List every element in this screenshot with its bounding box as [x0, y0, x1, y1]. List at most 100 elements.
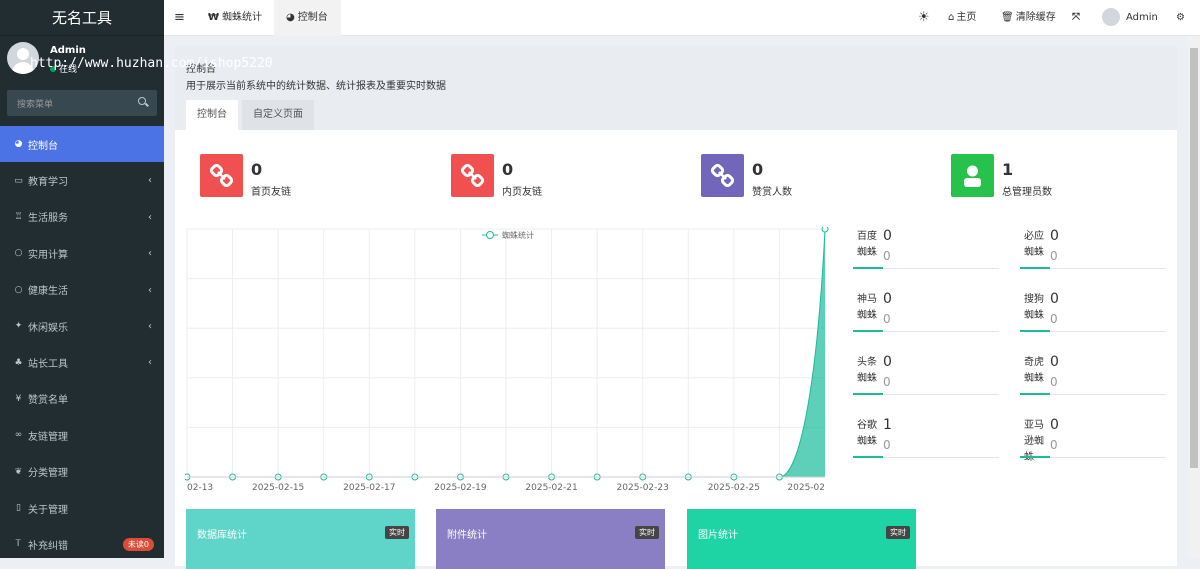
- tab-custom-page[interactable]: 自定义页面: [242, 100, 314, 130]
- chevron-left-icon: ‹: [148, 211, 152, 223]
- data-point: [821, 227, 829, 233]
- sidebar-item-4[interactable]: ○ 健康生活 ‹: [0, 272, 164, 308]
- clear-cache-label: 清除缓存: [1015, 12, 1056, 23]
- engine-stat-7: 亚马逊蜘蛛00: [1020, 416, 1166, 463]
- sidebar-item-10[interactable]: ▯ 关于管理: [0, 490, 164, 526]
- sidebar-item-1[interactable]: ▭ 教育学习 ‹: [0, 162, 164, 198]
- x-tick-label: 2025-02-19: [434, 483, 487, 493]
- admin-avatar: [1102, 8, 1120, 26]
- sidebar-item-7[interactable]: ¥ 赞赏名单: [0, 381, 164, 417]
- chevron-left-icon: ‹: [148, 175, 152, 187]
- legend-marker: [486, 231, 494, 239]
- engine-value: 0: [883, 354, 892, 370]
- main-panel: 控制台 用于展示当前系统中的统计数据、统计报表及重要实时数据 控制台 自定义页面…: [175, 46, 1177, 569]
- tab-dashboard-page[interactable]: 控制台: [186, 100, 238, 130]
- sidebar-item-3[interactable]: ○ 实用计算 ‹: [0, 235, 164, 271]
- engine-value-secondary: 0: [1050, 375, 1058, 389]
- sidebar-search[interactable]: 搜索菜单: [7, 90, 157, 116]
- sidebar-item-label: 教育学习: [28, 177, 68, 189]
- x-tick-label: 2025-02-25: [708, 483, 760, 493]
- sidebar-item-label: 分类管理: [28, 468, 68, 480]
- sidebar-item-label: 健康生活: [28, 286, 68, 298]
- fullscreen-icon[interactable]: ⤧: [1072, 0, 1080, 36]
- file-icon: ▯: [16, 503, 21, 514]
- sitemap-icon: ♣: [14, 357, 23, 368]
- card-title: 图片统计: [698, 530, 738, 541]
- menu-toggle-icon[interactable]: ≡: [174, 0, 185, 36]
- engine-name: 神马蜘蛛: [857, 292, 879, 324]
- tab-dashboard[interactable]: ◕ 控制台: [274, 0, 341, 36]
- engine-underline: [853, 267, 883, 269]
- engine-stat-3: 搜狗蜘蛛 0 0: [1020, 290, 1166, 332]
- gamepad-icon: ✦: [14, 321, 23, 332]
- x-tick-label: 02-13: [187, 483, 213, 493]
- engine-value: 0: [1050, 228, 1059, 244]
- engine-name: 百度蜘蛛: [857, 229, 879, 261]
- chevron-left-icon: ‹: [148, 357, 152, 369]
- engine-sub-text: 蜘蛛: [857, 436, 877, 447]
- stat-value: 0: [502, 160, 514, 179]
- text-icon: Ꭲ: [15, 539, 22, 550]
- dashboard-icon: ◕: [14, 139, 23, 150]
- theme-sun-icon[interactable]: ☀: [918, 0, 930, 36]
- search-input[interactable]: 搜索菜单: [17, 97, 53, 110]
- trash-icon: 🗑: [1001, 12, 1014, 23]
- circle-icon: ○: [14, 248, 23, 259]
- sidebar-item-11[interactable]: Ꭲ 补充纠错 未读0: [0, 526, 164, 558]
- engine-value-secondary: 0: [1050, 312, 1058, 326]
- engine-underline: [1020, 267, 1050, 269]
- sidebar-item-label: 友链管理: [28, 431, 68, 443]
- engine-value: 0: [883, 291, 892, 307]
- clear-cache-button[interactable]: 🗑 清除缓存: [1001, 0, 1056, 36]
- engine-underline: [1020, 393, 1050, 395]
- engine-stat-4: 头条蜘蛛 0 0: [853, 353, 999, 395]
- engine-name: 必应蜘蛛: [1024, 229, 1046, 261]
- stat-value: 1: [1002, 160, 1014, 179]
- engine-sub-text: 蜘蛛: [857, 247, 877, 258]
- stat-value: 0: [752, 160, 764, 179]
- sidebar-item-6[interactable]: ♣ 站长工具 ‹: [0, 344, 164, 380]
- sidebar-item-label: 站长工具: [28, 359, 68, 371]
- engine-name-text: 奇虎: [1024, 357, 1044, 368]
- dashboard-icon: ◕: [286, 12, 295, 23]
- engine-stat-6: 谷歌蜘蛛 1 0: [853, 416, 999, 458]
- engine-name-text: 头条: [857, 357, 877, 368]
- app-logo[interactable]: 无名工具: [0, 0, 164, 36]
- sidebar-item-label: 关于管理: [28, 504, 68, 516]
- x-tick-label: 2025-02-15: [252, 483, 304, 493]
- engine-value: 0: [883, 228, 892, 244]
- engine-sub-text: 蜘蛛: [857, 310, 877, 321]
- engine-name-text: 必应: [1024, 231, 1044, 242]
- engine-stat-1: 必应蜘蛛 0 0: [1020, 227, 1166, 269]
- watermark-text: http://www.huzhan.com/ishop5220: [30, 56, 273, 71]
- engine-stat-0: 百度蜘蛛 0 0: [853, 227, 999, 269]
- tab-dashboard-label: 控制台: [297, 12, 328, 23]
- sidebar-item-label: 补充纠错: [28, 540, 68, 552]
- scrollbar[interactable]: [1188, 36, 1200, 558]
- top-navbar: ≡ ₩ 蜘蛛统计 ◕ 控制台 ☀ ⌂ 主页 🗑 清除缓存 ⤧ Admin ⚙: [164, 0, 1200, 36]
- realtime-badge: 实时: [635, 526, 659, 539]
- engine-value-secondary: 0: [1050, 249, 1058, 263]
- realtime-badge: 实时: [385, 526, 409, 539]
- engine-underline: [1020, 456, 1050, 458]
- chevron-left-icon: ‹: [148, 320, 152, 332]
- realtime-badge: 实时: [886, 526, 910, 539]
- summary-card-2: 图片统计 实时: [687, 509, 916, 569]
- engine-value-secondary: 0: [883, 249, 891, 263]
- settings-gears-icon[interactable]: ⚙: [1176, 0, 1185, 36]
- sidebar-item-0[interactable]: ◕ 控制台: [0, 126, 164, 163]
- circle-icon: ○: [14, 284, 23, 295]
- stat-label: 首页友链: [251, 187, 291, 198]
- scrollbar-thumb[interactable]: [1190, 48, 1198, 468]
- link-icon: [451, 154, 494, 197]
- sidebar-item-2[interactable]: ♖ 生活服务 ‹: [0, 199, 164, 235]
- sidebar-item-8[interactable]: ∞ 友链管理: [0, 417, 164, 453]
- search-icon[interactable]: [138, 97, 146, 105]
- admin-menu[interactable]: Admin: [1102, 0, 1158, 36]
- page-title: 控制台: [186, 64, 216, 75]
- sidebar-item-label: 休闲娱乐: [28, 322, 68, 334]
- home-link[interactable]: ⌂ 主页: [948, 0, 976, 36]
- sidebar-item-9[interactable]: ❦ 分类管理: [0, 454, 164, 490]
- tab-spider-stats[interactable]: ₩ 蜘蛛统计: [198, 0, 272, 36]
- sidebar-item-5[interactable]: ✦ 休闲娱乐 ‹: [0, 308, 164, 344]
